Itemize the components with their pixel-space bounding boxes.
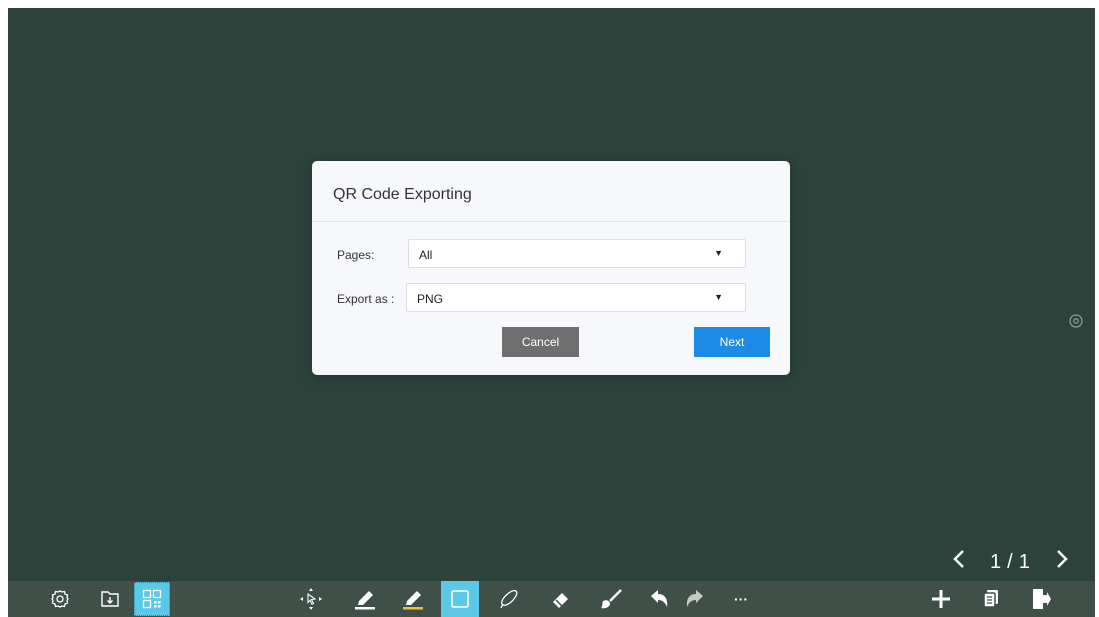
pages-icon[interactable] — [976, 581, 1006, 617]
lasso-icon[interactable] — [494, 581, 524, 617]
export-format-select[interactable]: PNG ▼ — [406, 283, 746, 312]
eraser-icon[interactable] — [546, 581, 576, 617]
dialog-divider — [312, 221, 790, 222]
add-page-icon[interactable] — [926, 581, 956, 617]
more-icon[interactable]: ··· — [726, 581, 756, 617]
redo-icon[interactable] — [680, 581, 710, 617]
qr-code-icon[interactable] — [134, 582, 170, 616]
qr-export-dialog: QR Code Exporting Pages: All ▼ Export as… — [312, 161, 790, 375]
page-indicator: 1 / 1 — [990, 551, 1030, 579]
cancel-button[interactable]: Cancel — [502, 327, 579, 357]
pages-select[interactable]: All ▼ — [408, 239, 746, 268]
chevron-down-icon: ▼ — [714, 292, 723, 302]
gear-icon[interactable] — [48, 581, 72, 617]
highlighter-icon[interactable] — [398, 581, 428, 617]
move-select-icon[interactable] — [296, 581, 326, 617]
rectangle-icon[interactable] — [441, 581, 479, 617]
page-total: 1 — [1018, 551, 1030, 573]
export-format-value: PNG — [417, 292, 444, 306]
exit-icon[interactable] — [1026, 581, 1056, 617]
undo-icon[interactable] — [644, 581, 674, 617]
next-page-button[interactable] — [1055, 547, 1075, 575]
pages-label: Pages: — [337, 248, 375, 262]
dialog-title: QR Code Exporting — [333, 186, 472, 203]
page-separator: / — [1007, 551, 1013, 573]
pages-value: All — [419, 248, 433, 262]
previous-page-button[interactable] — [952, 547, 972, 575]
import-icon[interactable] — [98, 581, 122, 617]
export-as-label: Export as : — [337, 292, 395, 306]
side-settings-icon[interactable] — [1066, 311, 1086, 331]
pen-icon[interactable] — [350, 581, 380, 617]
page-current: 1 — [990, 551, 1002, 573]
brush-icon[interactable] — [596, 581, 626, 617]
next-button[interactable]: Next — [694, 327, 770, 357]
chevron-down-icon: ▼ — [714, 248, 723, 258]
bottom-toolbar: ··· — [8, 581, 1095, 617]
